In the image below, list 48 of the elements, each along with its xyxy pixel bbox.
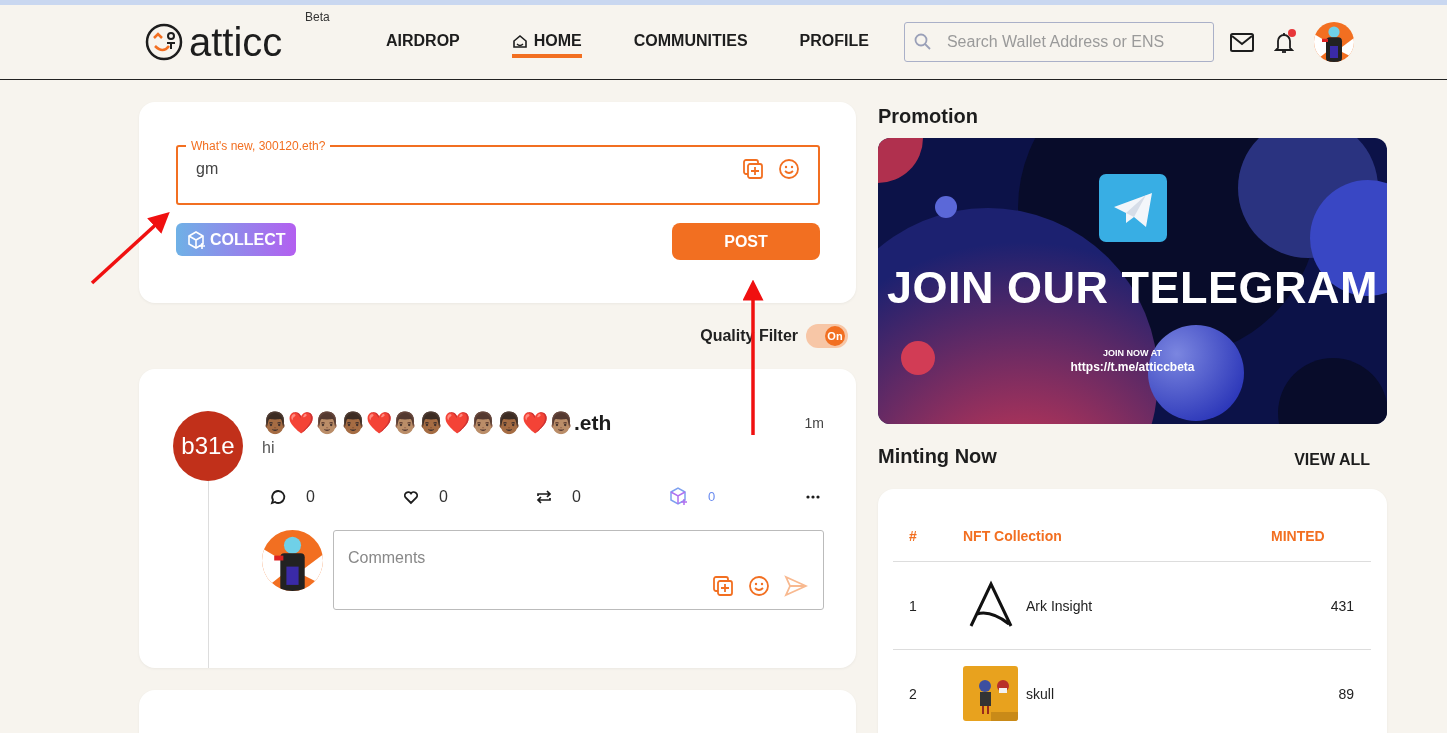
add-media-icon[interactable] (742, 158, 764, 180)
bell-icon[interactable] (1273, 30, 1294, 54)
author-name[interactable]: 👨🏾❤👨🏽👨🏾❤👨🏽👨🏾❤👨🏽👨🏾❤👨🏽.eth (262, 411, 612, 435)
stat-count: 0 (306, 487, 315, 506)
post-time: 1m (804, 415, 824, 431)
promo-banner[interactable]: JOIN OUR TELEGRAM JOIN NOW AT https://t.me/atticcbeta (878, 138, 1387, 424)
user-avatar[interactable]: b31e (173, 411, 243, 481)
stat-count: 0 (708, 489, 716, 504)
post-text: hi (262, 439, 276, 457)
banner-headline: JOIN OUR TELEGRAM (887, 262, 1378, 314)
stat-count: 0 (572, 487, 581, 506)
more-icon[interactable] (806, 494, 820, 499)
repost-icon[interactable] (536, 488, 552, 505)
view-all-link[interactable]: VIEW ALL (1294, 451, 1370, 469)
add-media-icon[interactable] (712, 575, 734, 597)
section-title: Minting Now (878, 445, 997, 468)
column-header: # (908, 528, 918, 544)
logo-icon (145, 23, 183, 61)
logo-wordmark: atticc (189, 22, 283, 62)
box-plus-icon[interactable] (669, 487, 688, 506)
nav-tab[interactable]: AIRDROP (386, 26, 460, 58)
heart-icon[interactable] (403, 488, 419, 505)
banner-link[interactable]: https://t.me/atticcbeta (1070, 360, 1195, 374)
stat-count: 0 (439, 487, 448, 506)
column-header: NFT Collection (963, 528, 1063, 544)
mail-icon[interactable] (1229, 31, 1254, 53)
emoji-icon[interactable] (748, 575, 770, 597)
table-cell-text: 2 (908, 685, 918, 702)
search-field[interactable]: Search Wallet Address or ENS (903, 22, 1214, 62)
section-title: Promotion (878, 105, 979, 128)
table-cell-text: 1 (908, 597, 918, 614)
nav-tab[interactable]: HOME (511, 26, 582, 58)
nav-tab[interactable]: COMMUNITIES (633, 26, 748, 58)
comment-icon[interactable] (270, 488, 286, 505)
collection-name[interactable]: Ark Insight (1026, 597, 1093, 614)
beta-label: Beta (305, 10, 330, 24)
collection-name[interactable]: skull (1026, 685, 1054, 702)
banner-caption: JOIN NOW AT (1103, 348, 1162, 358)
post-input-field[interactable]: What's new, 300120.eth? gm (176, 139, 820, 205)
table-cell-text: 89 (1337, 685, 1355, 702)
search-icon (913, 33, 931, 50)
nav-tab[interactable]: PROFILE (799, 26, 869, 58)
table-cell-text: 431 (1329, 597, 1355, 614)
column-header: MINTED (1271, 528, 1326, 544)
emoji-icon[interactable] (778, 158, 800, 180)
comment-field[interactable]: Comments (333, 530, 824, 610)
box-plus-icon (186, 229, 206, 250)
home-icon (511, 33, 528, 49)
